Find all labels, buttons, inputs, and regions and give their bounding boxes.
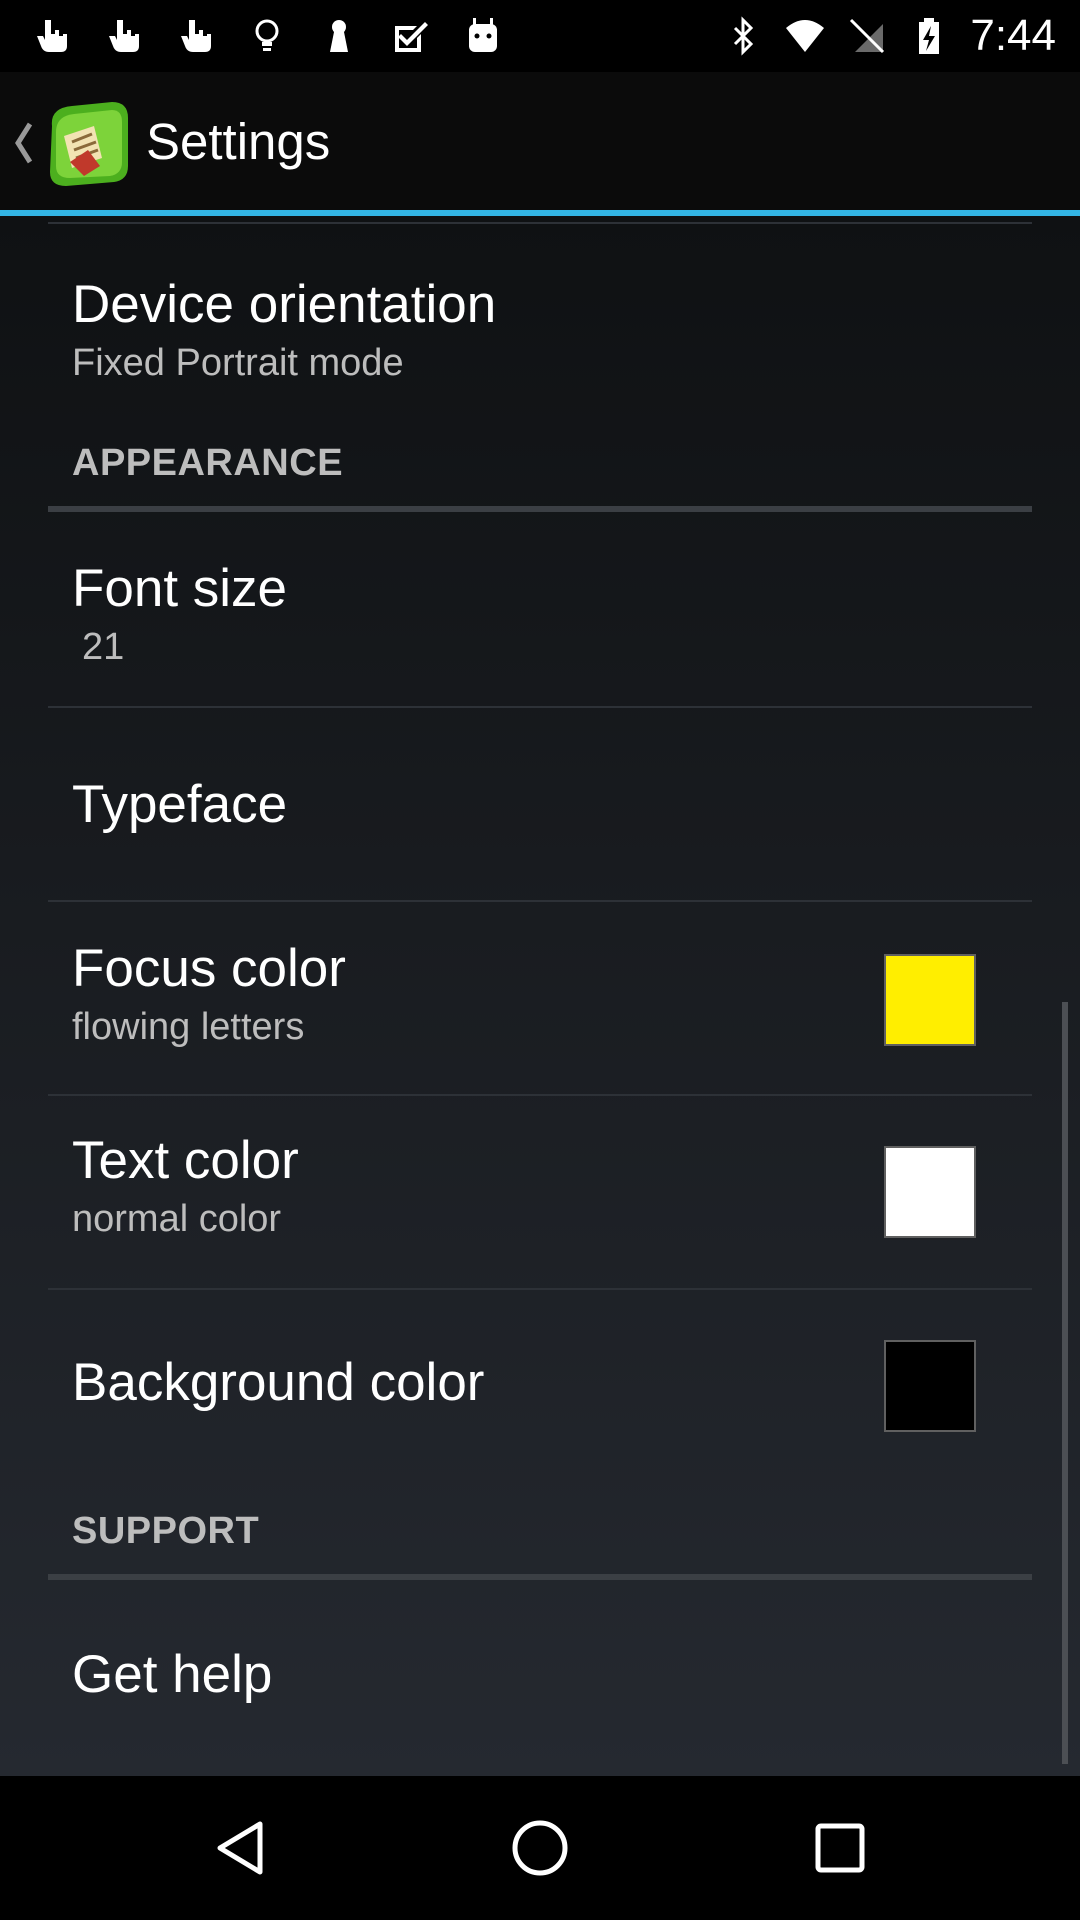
font-size-preference[interactable]: Font size 21 [0,512,1080,702]
focus-color-swatch[interactable] [884,954,976,1046]
device-orientation-preference[interactable]: Device orientation Fixed Portrait mode [0,224,1080,394]
up-chevron-icon[interactable] [10,118,36,168]
preference-summary: flowing letters [72,1006,305,1048]
preference-summary: normal color [72,1198,282,1240]
notification-icons [30,10,504,62]
preference-title: Device orientation [72,275,497,334]
preference-title: Typeface [72,775,288,834]
preference-title: Focus color [72,939,346,998]
recents-icon[interactable] [800,1808,880,1888]
touch-icon [174,14,216,58]
clock: 7:44 [970,11,1056,60]
system-icons: 7:44 [722,10,1056,62]
lightbulb-icon [246,14,288,58]
preference-title: Background color [72,1353,485,1412]
battery-charging-icon [908,14,950,58]
touch-icon [30,14,72,58]
action-bar: Settings [0,72,1080,212]
status-bar: 7:44 [0,0,1080,72]
focus-color-preference[interactable]: Focus color flowing letters [0,902,1080,1094]
get-help-preference[interactable]: Get help [0,1580,1080,1776]
preference-title: Get help [72,1645,273,1704]
preference-title: Font size [72,559,288,618]
text-color-swatch[interactable] [884,1146,976,1238]
wifi-icon [784,14,826,58]
navigation-bar [0,1776,1080,1920]
preference-title: Text color [72,1131,299,1190]
background-color-swatch[interactable] [884,1340,976,1432]
background-color-preference[interactable]: Background color [0,1290,1080,1470]
typeface-preference[interactable]: Typeface [0,708,1080,900]
no-sim-icon [846,14,888,58]
android-icon [462,14,504,58]
page-title: Settings [146,113,331,170]
text-color-preference[interactable]: Text color normal color [0,1096,1080,1288]
preference-summary: Fixed Portrait mode [72,342,404,384]
section-header-support: SUPPORT [72,1510,260,1552]
home-icon[interactable] [500,1808,580,1888]
app-logo-icon[interactable] [42,96,132,190]
touch-icon [102,14,144,58]
preference-summary: 21 [82,626,125,668]
section-header-appearance: APPEARANCE [72,442,344,484]
scrollbar[interactable] [1062,1002,1068,1764]
bluetooth-icon [722,14,764,58]
preferences-list: Device orientation Fixed Portrait mode A… [0,216,1080,1776]
checkmark-box-icon [390,14,432,58]
back-icon[interactable] [200,1808,280,1888]
keyhole-icon [318,14,360,58]
